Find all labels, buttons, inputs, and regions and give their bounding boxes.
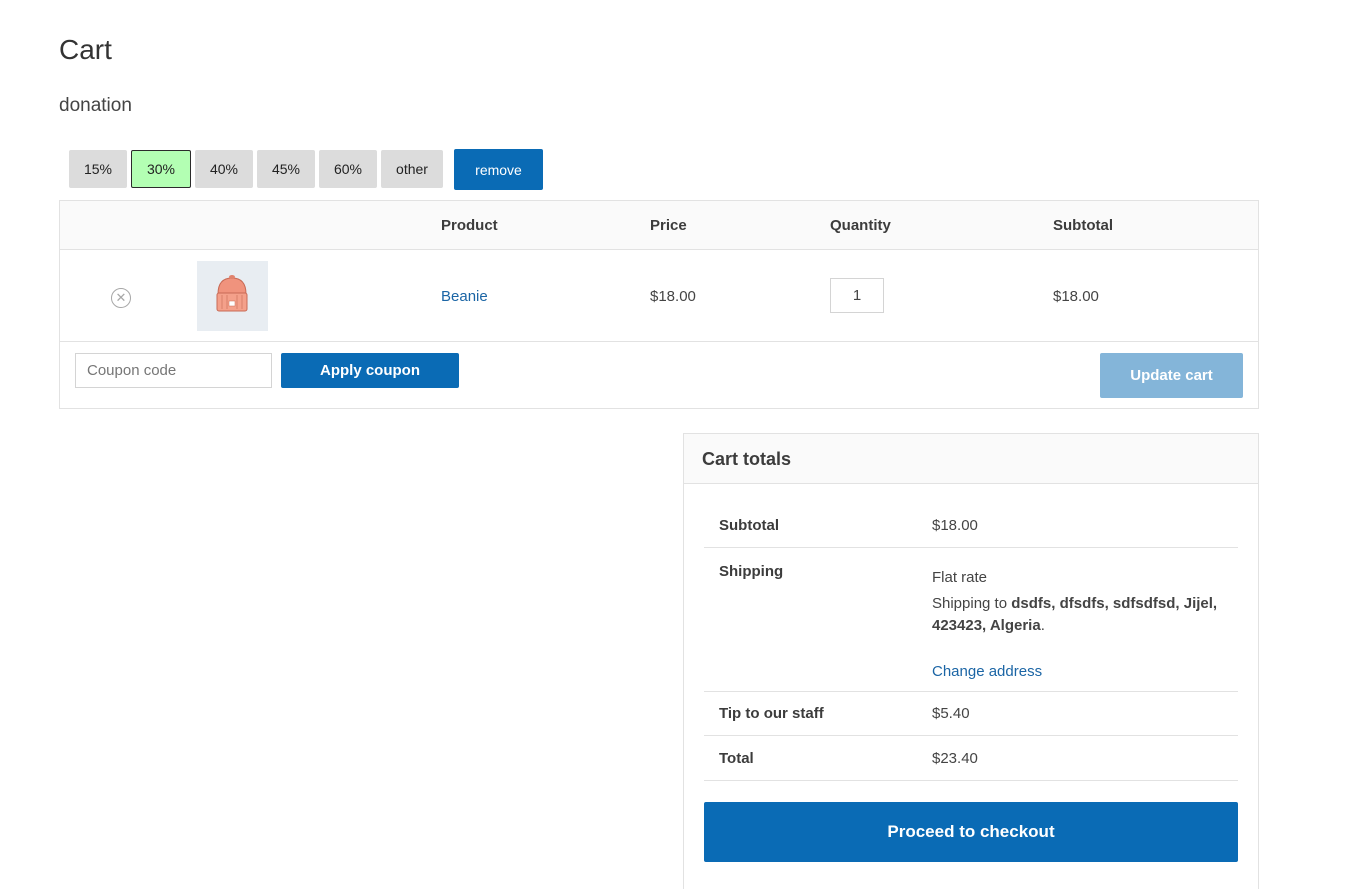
tip-option-30[interactable]: 30% (131, 150, 191, 188)
tip-label: Tip to our staff (719, 705, 824, 722)
cart-totals-title: Cart totals (702, 449, 792, 469)
product-thumbnail[interactable] (197, 261, 268, 331)
apply-coupon-button[interactable]: Apply coupon (281, 353, 459, 388)
cart-totals: Cart totals Subtotal $18.00 Shipping Fla… (683, 433, 1259, 889)
shipping-destination-line: Shipping to dsdfs, dfsdfs, sdfsdfsd, Jij… (932, 593, 1232, 637)
column-header-subtotal: Subtotal (1053, 217, 1113, 234)
item-price: $18.00 (650, 288, 696, 305)
column-header-price: Price (650, 217, 687, 234)
totals-row-shipping: Shipping Flat rate Shipping to dsdfs, df… (704, 548, 1238, 692)
close-circle-icon[interactable]: ✕ (111, 288, 131, 308)
tip-option-40[interactable]: 40% (195, 150, 253, 188)
shipping-method: Flat rate (932, 569, 988, 586)
change-address-link[interactable]: Change address (932, 663, 1042, 680)
subtotal-value: $18.00 (932, 517, 978, 534)
column-header-product: Product (441, 217, 498, 234)
update-cart-button[interactable]: Update cart (1100, 353, 1243, 398)
shipping-to-prefix: Shipping to (932, 595, 1012, 612)
donation-label: donation (59, 95, 132, 116)
tip-option-other[interactable]: other (381, 150, 443, 188)
cart-table: Product Price Quantity Subtotal ✕ Beanie… (59, 200, 1259, 409)
cart-totals-header: Cart totals (684, 434, 1258, 484)
totals-row-total: Total $23.40 (704, 736, 1238, 781)
subtotal-label: Subtotal (719, 517, 779, 534)
tip-option-15[interactable]: 15% (69, 150, 127, 188)
cart-table-header: Product Price Quantity Subtotal (60, 201, 1258, 250)
shipping-label: Shipping (719, 563, 784, 580)
table-row: ✕ Beanie $18.00 $18.00 (60, 250, 1258, 342)
item-subtotal: $18.00 (1053, 288, 1099, 305)
total-label: Total (719, 750, 754, 767)
tip-option-45[interactable]: 45% (257, 150, 315, 188)
tip-options: 15% 30% 40% 45% 60% other (69, 150, 443, 188)
product-link[interactable]: Beanie (441, 288, 488, 305)
quantity-input[interactable] (830, 278, 884, 313)
tip-option-60[interactable]: 60% (319, 150, 377, 188)
totals-row-tip: Tip to our staff $5.40 (704, 692, 1238, 736)
totals-row-subtotal: Subtotal $18.00 (704, 504, 1238, 548)
total-value: $23.40 (932, 750, 978, 767)
remove-tip-button[interactable]: remove (454, 149, 543, 190)
proceed-to-checkout-button[interactable]: Proceed to checkout (704, 802, 1238, 862)
column-header-quantity: Quantity (830, 217, 891, 234)
tip-value: $5.40 (932, 705, 970, 722)
shipping-suffix: . (1040, 617, 1045, 634)
page-title: Cart (59, 34, 112, 65)
shipping-details: Flat rate Shipping to dsdfs, dfsdfs, sdf… (932, 567, 1232, 637)
beanie-hat-icon (216, 275, 248, 312)
coupon-input[interactable] (75, 353, 272, 388)
